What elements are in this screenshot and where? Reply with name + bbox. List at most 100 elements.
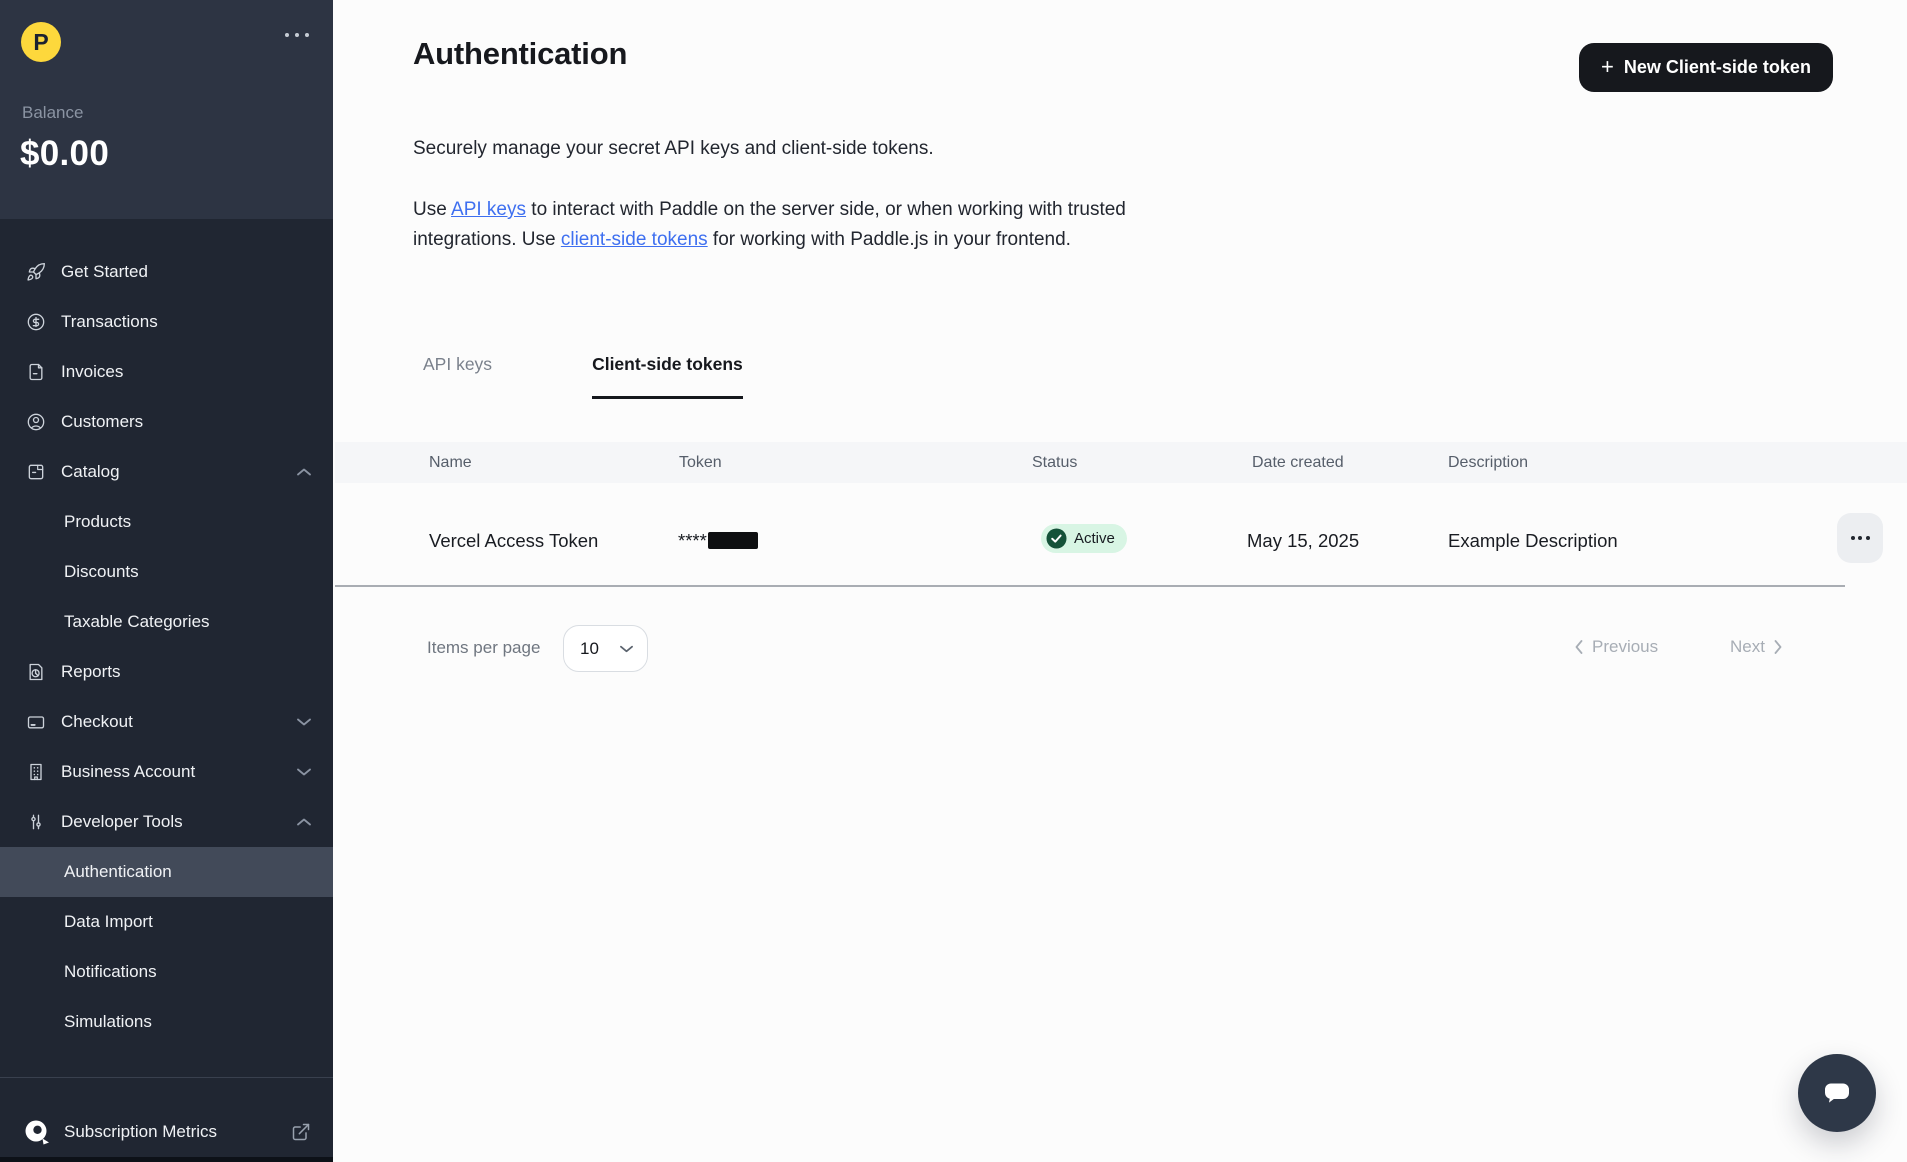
sidebar-item-label: Invoices bbox=[61, 362, 124, 381]
report-icon bbox=[26, 662, 46, 682]
status-badge-label: Active bbox=[1074, 530, 1115, 547]
intro-segment: for working with Paddle.js in your front… bbox=[707, 229, 1071, 250]
credit-card-icon bbox=[26, 712, 46, 732]
token-masked-text: **** bbox=[678, 530, 707, 551]
previous-label: Previous bbox=[1592, 637, 1659, 656]
column-header-token: Token bbox=[679, 454, 722, 471]
external-link-icon bbox=[291, 1122, 311, 1142]
dollar-circle-icon bbox=[26, 312, 46, 332]
invoice-icon bbox=[26, 362, 46, 382]
sidebar-item-label: Reports bbox=[61, 662, 121, 681]
date-created-cell: May 15, 2025 bbox=[1247, 530, 1360, 551]
sidebar-item-label: Customers bbox=[61, 412, 144, 431]
row-actions-menu-button[interactable] bbox=[1837, 513, 1883, 563]
tabs: API keys Client-side tokens bbox=[423, 354, 743, 399]
token-redaction-box bbox=[707, 532, 758, 549]
sidebar-item-notifications[interactable]: Notifications bbox=[0, 947, 333, 997]
sidebar-header: P Balance $0.00 bbox=[0, 0, 333, 219]
plus-icon: + bbox=[1601, 53, 1614, 79]
paddle-logo[interactable]: P bbox=[21, 22, 61, 62]
sidebar-item-label: Developer Tools bbox=[61, 812, 183, 831]
paddle-logo-letter: P bbox=[33, 28, 49, 55]
chevron-up-icon bbox=[297, 468, 311, 476]
chevron-up-icon bbox=[297, 818, 311, 826]
rocket-icon bbox=[26, 262, 46, 282]
sidebar-item-catalog[interactable]: Catalog bbox=[0, 447, 333, 497]
sidebar-item-products[interactable]: Products bbox=[0, 497, 333, 547]
sidebar-nav: Get Started Transactions Invoices Custom… bbox=[0, 247, 333, 1047]
items-per-page-value: 10 bbox=[580, 638, 599, 658]
client-side-tokens-link[interactable]: client-side tokens bbox=[561, 229, 708, 250]
check-circle-icon bbox=[1046, 528, 1067, 549]
sidebar-item-get-started[interactable]: Get Started bbox=[0, 247, 333, 297]
balance-value: $0.00 bbox=[20, 134, 110, 173]
sidebar-item-subscription-metrics[interactable]: Subscription Metrics bbox=[0, 1107, 333, 1157]
sidebar-item-label: Catalog bbox=[61, 462, 120, 481]
items-per-page-label: Items per page bbox=[427, 638, 541, 657]
status-badge: Active bbox=[1041, 524, 1127, 553]
main-content: Authentication + New Client-side token S… bbox=[333, 0, 1907, 1162]
api-keys-link[interactable]: API keys bbox=[451, 199, 526, 220]
token-name-cell: Vercel Access Token bbox=[429, 530, 599, 551]
sidebar-item-authentication[interactable]: Authentication bbox=[0, 847, 333, 897]
sidebar-item-label: Simulations bbox=[64, 1012, 152, 1031]
sidebar-item-label: Data Import bbox=[64, 912, 153, 931]
tab-api-keys[interactable]: API keys bbox=[423, 354, 492, 399]
sidebar-divider bbox=[0, 1077, 333, 1078]
sidebar-item-data-import[interactable]: Data Import bbox=[0, 897, 333, 947]
balance-label: Balance bbox=[22, 103, 84, 122]
chevron-down-icon bbox=[620, 645, 633, 653]
sidebar-item-taxable-categories[interactable]: Taxable Categories bbox=[0, 597, 333, 647]
next-label: Next bbox=[1730, 637, 1765, 656]
column-header-date-created: Date created bbox=[1252, 454, 1344, 471]
sidebar-bottom-strip bbox=[0, 1157, 333, 1162]
sidebar-item-label: Notifications bbox=[64, 962, 157, 981]
sidebar-item-checkout[interactable]: Checkout bbox=[0, 697, 333, 747]
sidebar-item-label: Products bbox=[64, 512, 132, 531]
profitwell-icon bbox=[24, 1119, 50, 1145]
sidebar-footer-label: Subscription Metrics bbox=[64, 1122, 218, 1141]
sidebar-item-label: Get Started bbox=[61, 262, 148, 281]
intro-segment: Use bbox=[413, 199, 452, 220]
sliders-icon bbox=[26, 812, 46, 832]
sidebar-item-business-account[interactable]: Business Account bbox=[0, 747, 333, 797]
sidebar-item-label: Transactions bbox=[61, 312, 158, 331]
chevron-right-icon bbox=[1774, 640, 1782, 654]
user-circle-icon bbox=[26, 412, 46, 432]
chevron-down-icon bbox=[297, 768, 311, 776]
chat-button[interactable] bbox=[1798, 1054, 1876, 1132]
page-title: Authentication bbox=[413, 36, 628, 71]
token-value-cell: **** bbox=[678, 530, 758, 552]
sidebar-overflow-menu-icon[interactable] bbox=[285, 33, 309, 37]
sidebar-item-discounts[interactable]: Discounts bbox=[0, 547, 333, 597]
sidebar-item-label: Authentication bbox=[64, 862, 172, 881]
sidebar-item-label: Taxable Categories bbox=[64, 612, 210, 631]
table-header bbox=[335, 442, 1907, 483]
new-client-side-token-button[interactable]: + New Client-side token bbox=[1579, 43, 1833, 92]
box-icon bbox=[26, 462, 46, 482]
sidebar-item-transactions[interactable]: Transactions bbox=[0, 297, 333, 347]
sidebar-item-simulations[interactable]: Simulations bbox=[0, 997, 333, 1047]
previous-page-button[interactable]: Previous bbox=[1575, 637, 1658, 657]
sidebar-item-invoices[interactable]: Invoices bbox=[0, 347, 333, 397]
column-header-status: Status bbox=[1032, 454, 1078, 471]
sidebar-item-reports[interactable]: Reports bbox=[0, 647, 333, 697]
intro-paragraph: Use API keys to interact with Paddle on … bbox=[413, 195, 1173, 255]
chevron-down-icon bbox=[297, 718, 311, 726]
sidebar-item-label: Checkout bbox=[61, 712, 133, 731]
tab-client-side-tokens[interactable]: Client-side tokens bbox=[592, 354, 743, 399]
sidebar-item-label: Business Account bbox=[61, 762, 196, 781]
building-icon bbox=[26, 762, 46, 782]
next-page-button[interactable]: Next bbox=[1730, 637, 1782, 657]
description-cell: Example Description bbox=[1448, 530, 1618, 551]
column-header-description: Description bbox=[1448, 454, 1529, 471]
items-per-page-select[interactable]: 10 bbox=[563, 625, 648, 672]
row-divider bbox=[335, 585, 1845, 587]
sidebar-item-label: Discounts bbox=[64, 562, 139, 581]
intro-text: Securely manage your secret API keys and… bbox=[413, 138, 934, 159]
sidebar: P Balance $0.00 Get Started Transactions… bbox=[0, 0, 333, 1162]
chevron-left-icon bbox=[1575, 640, 1583, 654]
sidebar-item-developer-tools[interactable]: Developer Tools bbox=[0, 797, 333, 847]
column-header-name: Name bbox=[429, 454, 472, 471]
sidebar-item-customers[interactable]: Customers bbox=[0, 397, 333, 447]
